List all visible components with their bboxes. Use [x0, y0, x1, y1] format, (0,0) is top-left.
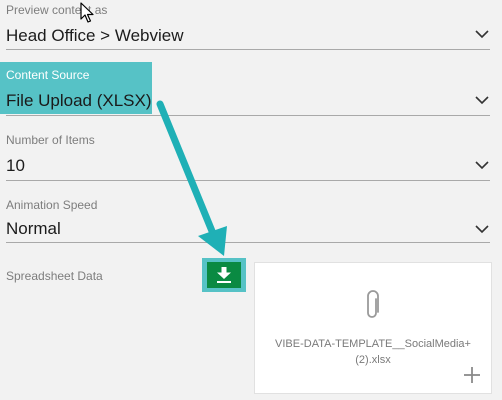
file-name-line-2: (2).xlsx [355, 354, 391, 366]
number-of-items-underline [6, 180, 490, 181]
number-of-items-label: Number of Items [6, 133, 95, 147]
animation-speed-value: Normal [6, 219, 61, 238]
plus-icon[interactable] [463, 366, 481, 384]
file-upload-card[interactable]: VIBE-DATA-TEMPLATE__SocialMedia+ (2).xls… [254, 262, 492, 394]
content-source-value: File Upload (XLSX) [6, 91, 152, 110]
content-source-underline [6, 115, 490, 116]
number-of-items-value: 10 [6, 156, 25, 175]
animation-speed-select[interactable]: Animation Speed Normal [6, 196, 490, 248]
chevron-down-icon[interactable] [474, 94, 490, 106]
content-source-label: Content Source [6, 68, 90, 82]
preview-content-select[interactable]: Preview content as Head Office > Webview [6, 0, 490, 52]
number-of-items-select[interactable]: Number of Items 10 [6, 132, 490, 184]
preview-content-value: Head Office > Webview [6, 26, 184, 45]
animation-speed-underline [6, 242, 490, 243]
mouse-cursor-icon [80, 2, 94, 23]
chevron-down-icon[interactable] [474, 223, 490, 235]
uploaded-file-name: VIBE-DATA-TEMPLATE__SocialMedia+ (2).xls… [263, 336, 483, 368]
preview-content-underline [6, 49, 490, 50]
download-template-button[interactable] [207, 262, 241, 288]
chevron-down-icon[interactable] [474, 28, 490, 40]
file-name-line-1: VIBE-DATA-TEMPLATE__SocialMedia+ [275, 338, 471, 350]
spreadsheet-data-label: Spreadsheet Data [6, 269, 103, 283]
download-icon [217, 267, 231, 283]
paperclip-icon [367, 290, 379, 318]
chevron-down-icon[interactable] [474, 159, 490, 171]
content-source-select[interactable]: Content Source File Upload (XLSX) [0, 62, 490, 118]
download-button-highlight [202, 258, 246, 292]
animation-speed-label: Animation Speed [6, 198, 98, 212]
